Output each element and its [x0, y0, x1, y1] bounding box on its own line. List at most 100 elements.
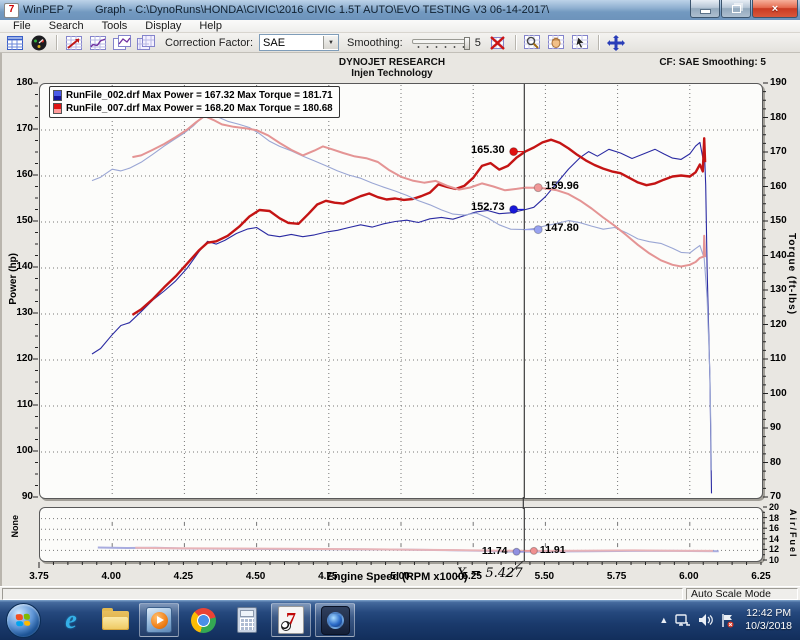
menu-display[interactable]: Display — [136, 20, 190, 32]
clock-time: 12:42 PM — [745, 607, 792, 620]
power-tick-label: 130 — [8, 307, 33, 318]
clock-date: 10/3/2018 — [745, 620, 792, 633]
action-center-flag-icon[interactable] — [720, 613, 734, 628]
zoom-graph-button[interactable] — [522, 33, 544, 52]
chevron-down-icon: ▼ — [328, 40, 334, 46]
main-plot-panel[interactable] — [39, 83, 763, 499]
power-tick-label: 120 — [8, 353, 33, 364]
taskbar-media-player[interactable] — [139, 603, 179, 637]
chrome-icon — [191, 608, 216, 633]
taskbar-dyno-app[interactable] — [315, 603, 355, 637]
runfiles-table-button[interactable] — [4, 33, 26, 52]
legend-text-run002: RunFile_002.drf Max Power = 167.32 Max T… — [66, 90, 333, 101]
series-runfile_002-torque — [92, 113, 712, 471]
minimize-button[interactable] — [690, 0, 720, 18]
system-tray: ▲ 12:42 PM 10/3/2018 — [659, 607, 800, 633]
annotation-dot — [534, 184, 542, 192]
delete-graph-button[interactable] — [487, 33, 509, 52]
torque-tick-label: 90 — [770, 422, 781, 433]
series-runfile_007-torque — [132, 116, 705, 266]
series-runfile_007-power — [132, 138, 705, 315]
minimize-icon — [700, 9, 711, 14]
afr-tick-label: 16 — [769, 523, 779, 533]
main-plot[interactable] — [40, 84, 762, 498]
power-tick-label: 100 — [8, 445, 33, 456]
torque-tick-label: 70 — [770, 491, 781, 502]
slider-ticks — [414, 45, 464, 49]
windows-logo-icon — [16, 613, 31, 626]
taskbar-calculator[interactable] — [227, 603, 267, 637]
torque-tick-label: 120 — [770, 319, 787, 330]
torque-tick-label: 140 — [770, 250, 787, 261]
x-tick-label: 4.75 — [312, 571, 344, 582]
pan-graph-button[interactable] — [546, 33, 568, 52]
legend-row: RunFile_002.drf Max Power = 167.32 Max T… — [53, 89, 333, 102]
afr-tick-label: 12 — [769, 544, 779, 554]
restore-button[interactable] — [721, 0, 751, 18]
torque-tick-label: 130 — [770, 284, 787, 295]
compare-graphs-icon — [137, 35, 155, 50]
torque-axis-title: Torque (ft-lbs) — [786, 233, 797, 315]
toolbar-separator — [598, 35, 599, 50]
slider-thumb[interactable] — [464, 37, 470, 50]
afr-tick-label: 20 — [769, 502, 779, 512]
menu-search[interactable]: Search — [40, 20, 93, 32]
taskbar-file-explorer[interactable] — [95, 603, 135, 637]
taskbar-clock[interactable]: 12:42 PM 10/3/2018 — [741, 607, 792, 633]
afr-annotation-dot — [513, 548, 520, 555]
torque-tick-label: 110 — [770, 353, 786, 364]
afr-left-axis-title: None — [10, 515, 20, 538]
taskbar-chrome[interactable] — [183, 603, 223, 637]
toolbar: Correction Factor: SAE ▼ Smoothing: 5 — [0, 33, 800, 53]
legend-swatch-run002 — [53, 90, 62, 101]
overlay-graphs-button[interactable] — [111, 33, 133, 52]
x-tick-label: 5.50 — [528, 571, 560, 582]
menu-tools[interactable]: Tools — [93, 20, 137, 32]
smoothing-slider[interactable] — [412, 37, 470, 49]
x-tick-label: 5.25 — [456, 571, 488, 582]
close-icon: × — [772, 3, 778, 15]
graph-page: DYNOJET RESEARCH Injen Technology CF: SA… — [0, 53, 800, 586]
taskbar-winpep[interactable]: 7 — [271, 603, 311, 637]
status-panel-empty — [2, 588, 683, 600]
graph-curve-button[interactable] — [87, 33, 109, 52]
x-tick-label: 5.00 — [384, 571, 416, 582]
restore-icon — [732, 5, 741, 13]
start-button[interactable] — [6, 603, 41, 638]
compare-graphs-button[interactable] — [135, 33, 157, 52]
afr-plot[interactable] — [40, 508, 762, 561]
folder-icon — [102, 611, 129, 630]
new-graph-button[interactable] — [63, 33, 85, 52]
menu-file[interactable]: File — [4, 20, 40, 32]
network-icon[interactable] — [675, 613, 691, 627]
dropdown-button[interactable]: ▼ — [323, 36, 338, 49]
annotation-dot — [510, 205, 518, 213]
slider-track — [412, 39, 470, 44]
app-name: WinPEP 7 — [23, 4, 73, 16]
crosshair-button[interactable] — [605, 33, 627, 52]
correction-factor-select[interactable]: SAE ▼ — [259, 34, 339, 51]
torque-tick-label: 80 — [770, 457, 781, 468]
afr-tick-label: 10 — [769, 555, 779, 565]
legend-box[interactable]: RunFile_002.drf Max Power = 167.32 Max T… — [49, 86, 340, 118]
power-tick-label: 90 — [8, 491, 33, 502]
chart-settings-readout: CF: SAE Smoothing: 5 — [659, 57, 766, 68]
dyno-gauge-button[interactable] — [28, 33, 50, 52]
close-button[interactable]: × — [752, 0, 798, 18]
select-graph-button[interactable] — [570, 33, 592, 52]
calculator-icon — [237, 607, 257, 633]
smoothing-label: Smoothing: — [347, 37, 403, 49]
afr-annotation-dot — [530, 547, 537, 554]
taskbar-internet-explorer[interactable]: e — [51, 603, 91, 637]
winpep-icon: 7 — [278, 606, 304, 634]
tray-expand-icon[interactable]: ▲ — [659, 615, 668, 625]
menu-help[interactable]: Help — [190, 20, 231, 32]
power-tick-label: 150 — [8, 215, 33, 226]
legend-row: RunFile_007.drf Max Power = 168.20 Max T… — [53, 102, 333, 115]
x-tick-label: 5.75 — [601, 571, 633, 582]
torque-tick-label: 190 — [770, 77, 787, 88]
volume-icon[interactable] — [698, 613, 713, 627]
correction-factor-value: SAE — [260, 37, 323, 49]
afr-plot-panel[interactable] — [39, 507, 763, 562]
cursor-value-label: 165.30 — [453, 144, 505, 156]
